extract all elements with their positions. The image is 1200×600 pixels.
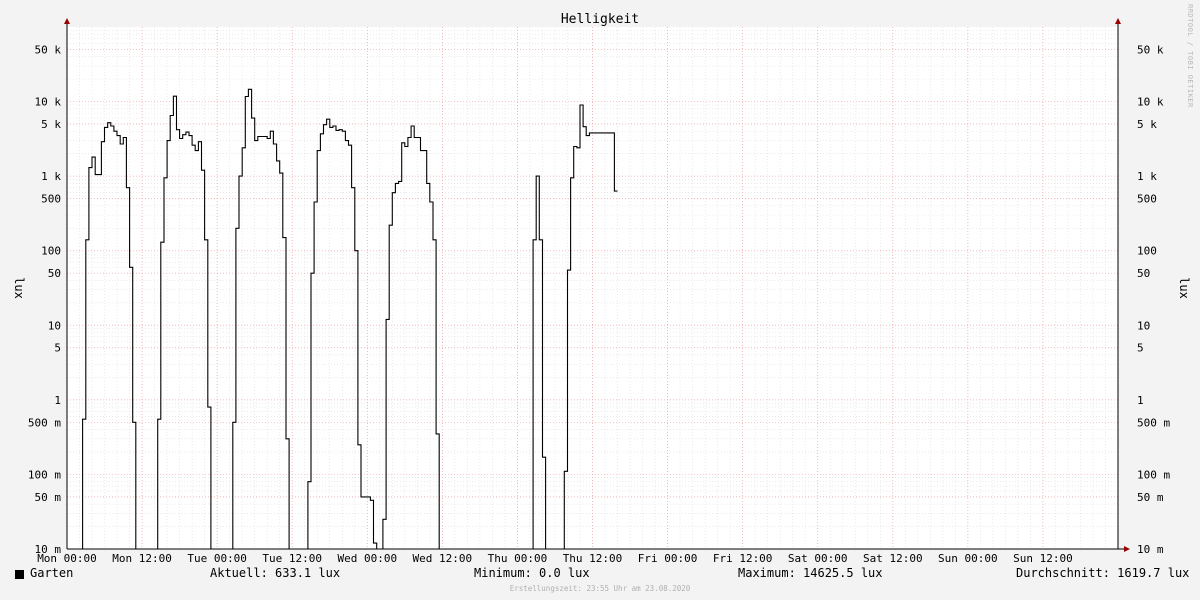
brightness-chart: 10 m 10 m50 m 50 m100 m 100 m500 m 500 m1 15 5… (12, 12, 1191, 565)
y-axis-label: lux (12, 277, 26, 299)
y-tick-label-right: 50 (1137, 267, 1150, 280)
x-tick-label: Fri 12:00 (713, 552, 773, 565)
legend-maximum: Maximum: 14625.5 lux (738, 566, 883, 580)
y-tick-label-right: 50 m (1137, 491, 1164, 504)
legend-minimum: Minimum: 0.0 lux (474, 566, 590, 580)
y-tick-label-right: 100 (1137, 245, 1157, 258)
y-tick-label: 100 m (28, 468, 61, 481)
y-tick-label: 5 k (41, 118, 61, 131)
x-tick-label: Mon 12:00 (112, 552, 172, 565)
y-axis-label-right: lux (1177, 277, 1191, 299)
x-tick-label: Wed 00:00 (337, 552, 397, 565)
y-tick-label: 50 k (35, 43, 62, 56)
y-tick-label-right: 100 m (1137, 468, 1170, 481)
y-tick-label-right: 10 (1137, 319, 1150, 332)
creation-time: Erstellungszeit: 23:55 Uhr am 23.08.2020 (509, 584, 691, 593)
x-tick-label: Sat 12:00 (863, 552, 923, 565)
x-tick-label: Wed 12:00 (413, 552, 473, 565)
y-tick-label: 500 (41, 193, 61, 206)
y-tick-label-right: 1 (1137, 394, 1144, 407)
rrdtool-credit: RRDTOOL / TOBI OETIKER (1186, 4, 1194, 108)
y-tick-label: 5 (54, 342, 61, 355)
y-axis-right-arrow (1115, 18, 1121, 24)
y-tick-label: 50 m (35, 491, 62, 504)
x-tick-label: Sun 12:00 (1013, 552, 1073, 565)
rrd-graph: 10 m 10 m 50 m 50 m 100 m 100 m 500 m 500 m1155… (0, 0, 1200, 600)
y-tick-label-right: 500 (1137, 193, 1157, 206)
y-tick-label-right: 50 k (1137, 43, 1164, 56)
y-axis-arrow (64, 18, 70, 24)
x-tick-label: Fri 00:00 (638, 552, 698, 565)
x-axis-arrow (1124, 546, 1130, 552)
legend-current: Aktuell: 633.1 lux (210, 566, 341, 580)
y-tick-label-right: 1 k (1137, 170, 1157, 183)
y-tick-label: 100 (41, 245, 61, 258)
x-tick-label: Sat 00:00 (788, 552, 848, 565)
y-tick-label: 10 k (35, 96, 62, 109)
y-tick-label: 10 (48, 319, 61, 332)
y-tick-label: 50 (48, 267, 61, 280)
y-tick-label: 1 (54, 394, 61, 407)
y-tick-label-right: 5 k (1137, 118, 1157, 131)
x-tick-label: Tue 00:00 (187, 552, 247, 565)
x-tick-label: Thu 12:00 (563, 552, 623, 565)
y-tick-label-right: 10 k (1137, 96, 1164, 109)
x-tick-label: Tue 12:00 (262, 552, 322, 565)
legend-swatch (15, 570, 24, 579)
y-tick-label: 500 m (28, 416, 61, 429)
legend-average: Durchschnitt: 1619.7 lux (1016, 566, 1190, 580)
y-tick-label: 1 k (41, 170, 61, 183)
legend-series-label: Garten (30, 566, 74, 580)
y-tick-label-right: 5 (1137, 342, 1144, 355)
chart-title: Helligkeit (561, 12, 639, 27)
y-tick-label-right: 10 m (1137, 543, 1164, 556)
x-tick-label: Mon 00:00 (37, 552, 97, 565)
x-tick-label: Sun 00:00 (938, 552, 998, 565)
y-tick-label-right: 500 m (1137, 416, 1170, 429)
x-tick-label: Thu 00:00 (488, 552, 548, 565)
